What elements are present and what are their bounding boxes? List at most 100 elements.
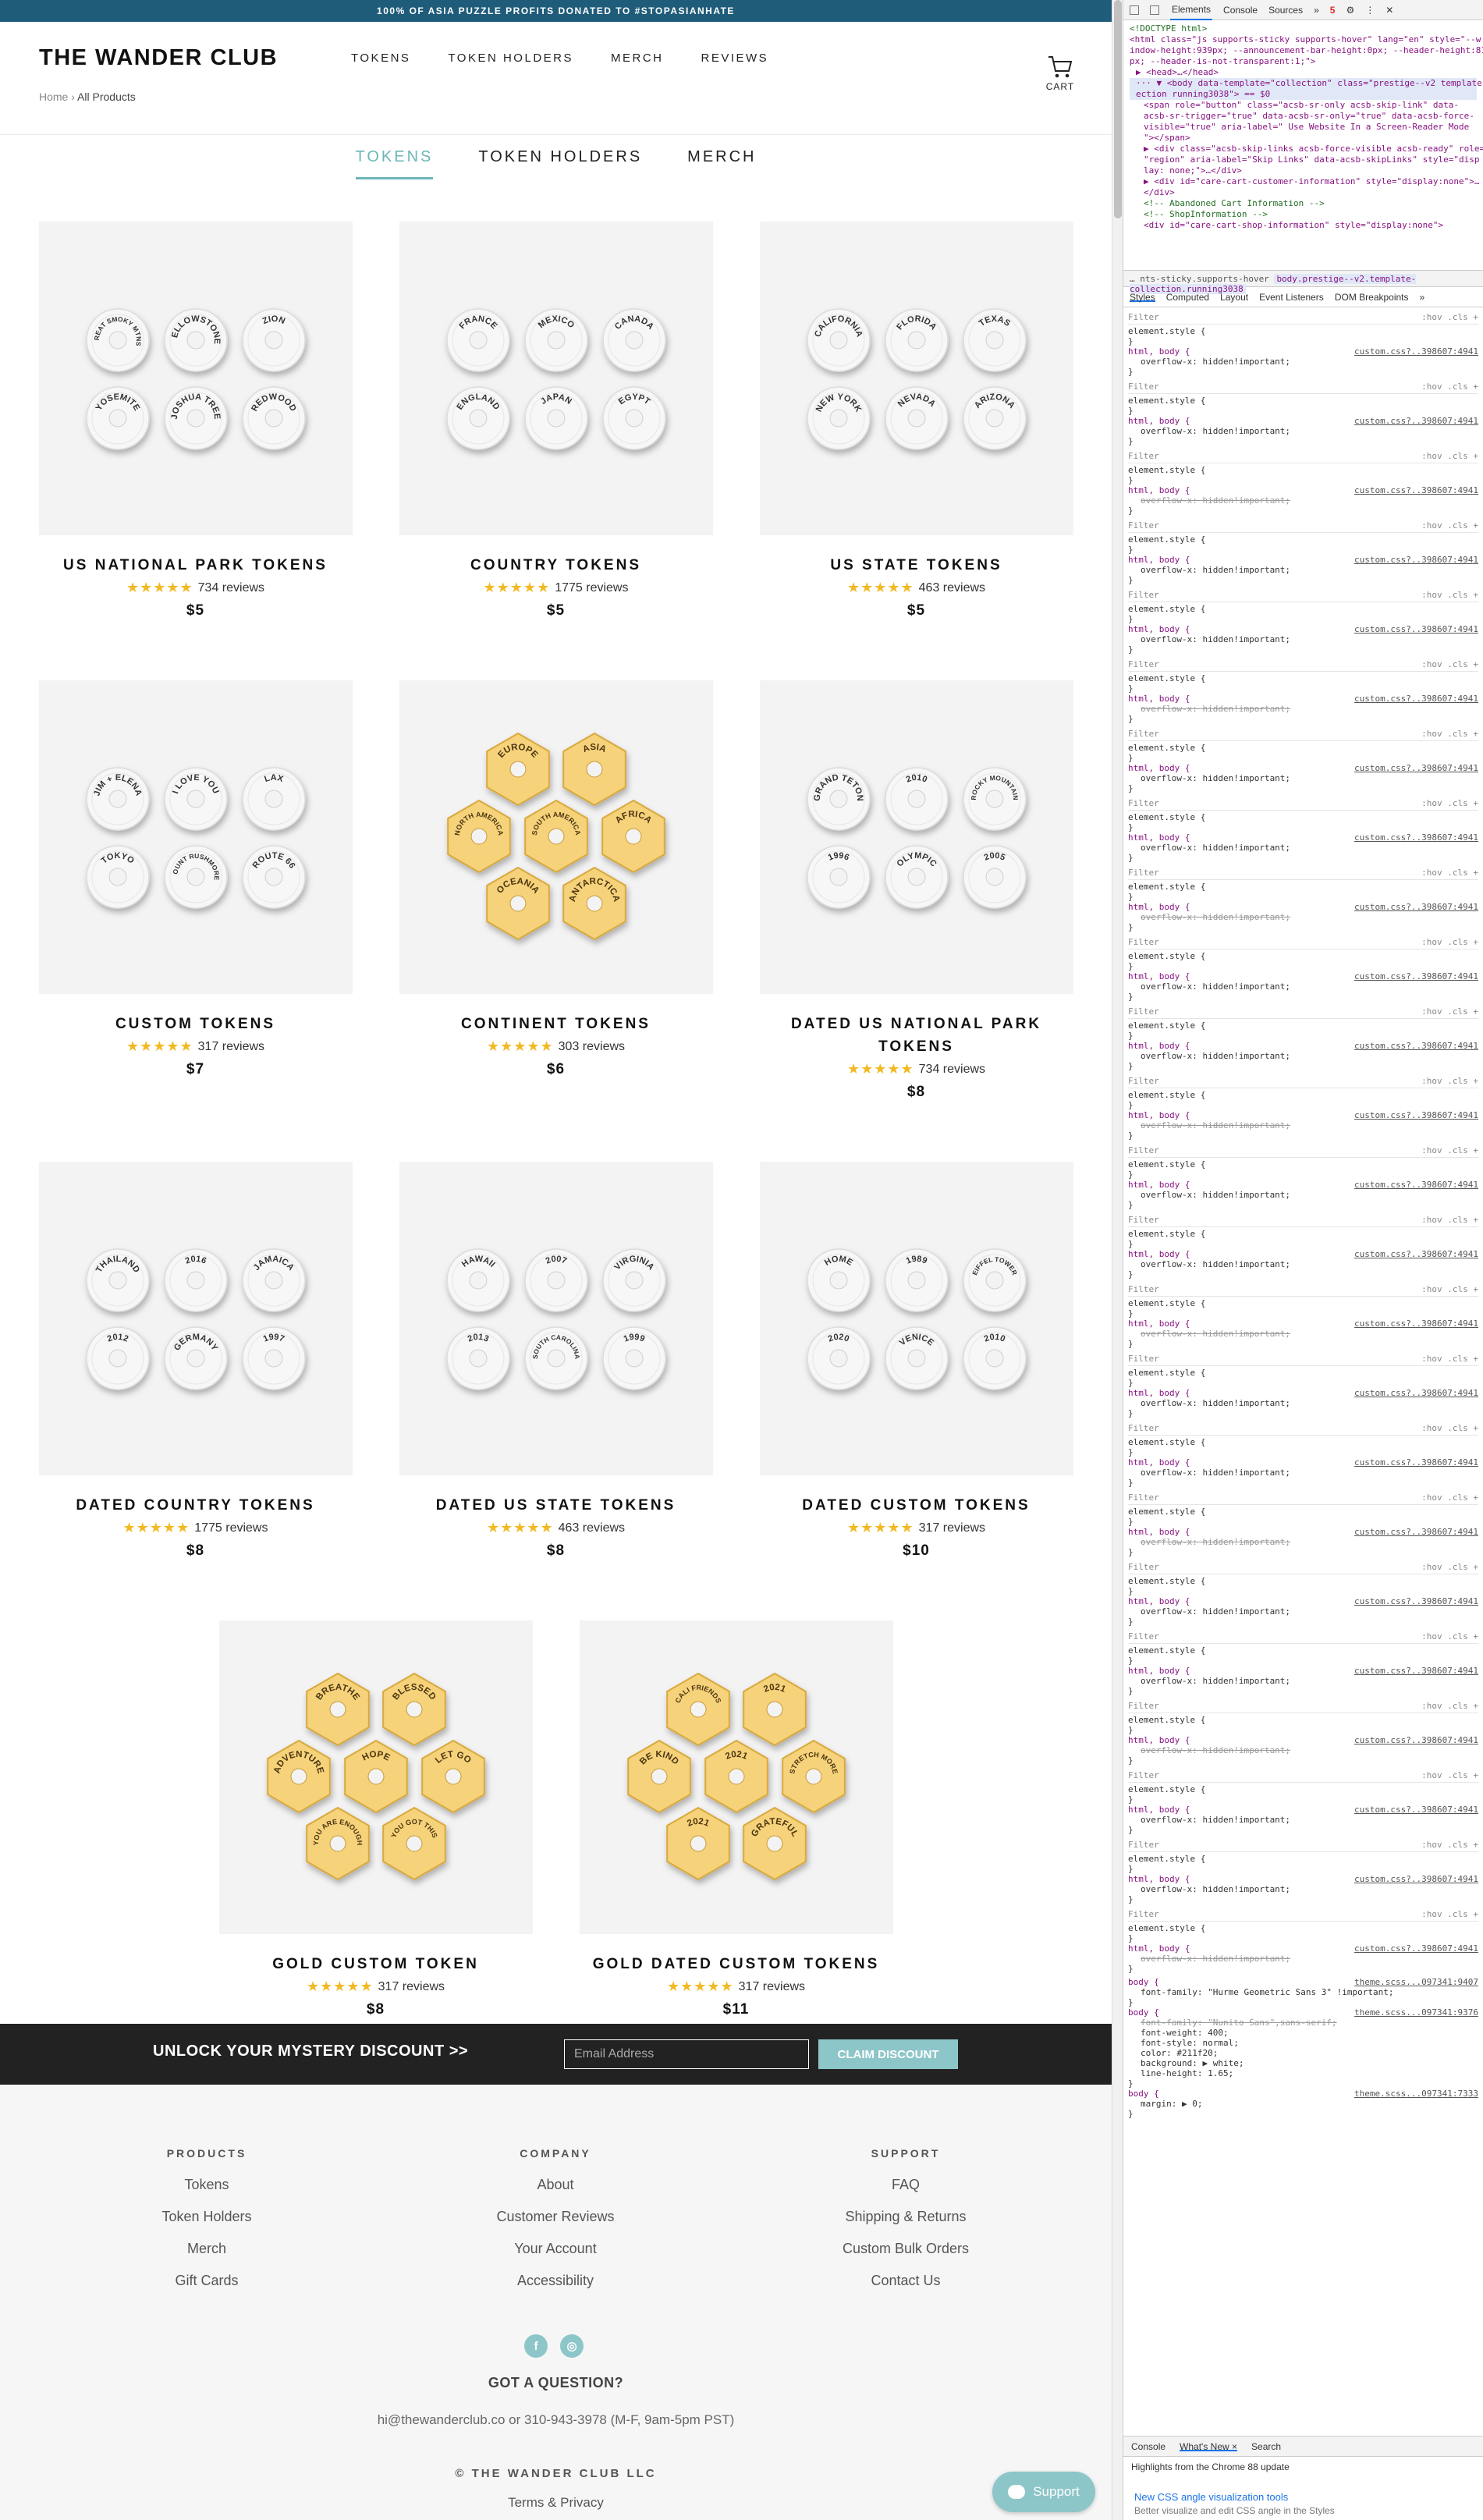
filter-tools[interactable]: :hov .cls +	[1421, 451, 1478, 461]
review-count[interactable]: 317 reviews	[378, 1980, 445, 1994]
product-card-gold-dated-custom-tokens[interactable]: CALI FRIENDS 2021 BE KIND 2021 STRETCH MORE 2…	[579, 1620, 893, 2018]
tab-computed[interactable]: Computed	[1166, 292, 1209, 303]
product-card-dated-us-national-park-tokens[interactable]: GRAND TETON 2010 ROCKY MOUNTAIN 1996 OLYMPIC…	[759, 680, 1073, 1101]
tab-more-panels[interactable]: »	[1420, 292, 1425, 303]
filter-tools[interactable]: :hov .cls +	[1421, 1006, 1478, 1017]
dom-line[interactable]: acsb-sr-trigger="true" data-acsb-sr-only…	[1130, 111, 1477, 122]
product-title[interactable]: GOLD CUSTOM TOKEN	[219, 1953, 533, 1975]
styles-filter-input[interactable]: Filter:hov .cls +	[1128, 449, 1478, 463]
footer-link-customer-reviews[interactable]: Customer Reviews	[438, 2209, 672, 2225]
product-image[interactable]: EUROPE ASIA NORTH AMERICA SOUTH AMERICA AFRI…	[399, 680, 713, 994]
element-style-selector[interactable]: element.style {	[1128, 465, 1478, 475]
tab-styles[interactable]: Styles	[1130, 292, 1155, 303]
dom-line[interactable]: px; --header-is-not-transparent:1;">	[1130, 56, 1477, 67]
drawer-tab-search[interactable]: Search	[1251, 2441, 1281, 2452]
element-style-selector[interactable]: element.style {	[1128, 1645, 1478, 1656]
rule-property[interactable]: overflow-x: hidden!important;	[1128, 634, 1478, 644]
tab-token-holders[interactable]: TOKEN HOLDERS	[478, 148, 642, 179]
styles-filter-input[interactable]: Filter:hov .cls +	[1128, 1352, 1478, 1366]
styles-filter-input[interactable]: Filter:hov .cls +	[1128, 658, 1478, 672]
styles-filter-input[interactable]: Filter:hov .cls +	[1128, 1213, 1478, 1227]
rule-property[interactable]: font-family: "Nunito Sans",sans-serif;	[1128, 2018, 1478, 2028]
element-style-selector[interactable]: element.style {	[1128, 1784, 1478, 1794]
filter-tools[interactable]: :hov .cls +	[1421, 1492, 1478, 1503]
review-count[interactable]: 317 reviews	[919, 1521, 985, 1535]
filter-tools[interactable]: :hov .cls +	[1421, 1770, 1478, 1780]
styles-filter-input[interactable]: Filter:hov .cls +	[1128, 1838, 1478, 1852]
rule-property[interactable]: color: #211f20;	[1128, 2048, 1478, 2058]
filter-tools[interactable]: :hov .cls +	[1421, 1631, 1478, 1642]
rule-property[interactable]: overflow-x: hidden!important;	[1128, 981, 1478, 992]
product-card-us-state-tokens[interactable]: CALIFORNIA FLORIDA TEXAS NEW YORK NEVADA ARIZ…	[759, 222, 1073, 619]
element-style-selector[interactable]: element.style {	[1128, 951, 1478, 961]
rule-property[interactable]: overflow-x: hidden!important;	[1128, 1815, 1478, 1825]
breadcrumb-home[interactable]: Home	[39, 91, 68, 103]
styles-filter-input[interactable]: Filter:hov .cls +	[1128, 1283, 1478, 1297]
gear-icon[interactable]: ⚙	[1346, 5, 1354, 16]
review-count[interactable]: 303 reviews	[559, 1040, 625, 1054]
element-style-selector[interactable]: element.style {	[1128, 604, 1478, 614]
nav-token-holders[interactable]: TOKEN HOLDERS	[448, 51, 573, 65]
filter-tools[interactable]: :hov .cls +	[1421, 1423, 1478, 1433]
styles-filter-input[interactable]: Filter:hov .cls +	[1128, 588, 1478, 602]
styles-filter-input[interactable]: Filter:hov .cls +	[1128, 935, 1478, 949]
dom-line[interactable]: <!DOCTYPE html>	[1130, 23, 1477, 34]
terms-link[interactable]: Terms & Privacy	[0, 2495, 1112, 2511]
styles-filter-input[interactable]: Filter:hov .cls +	[1128, 727, 1478, 741]
filter-tools[interactable]: :hov .cls +	[1421, 1840, 1478, 1850]
element-style-selector[interactable]: element.style {	[1128, 743, 1478, 753]
rule-property[interactable]: overflow-x: hidden!important;	[1128, 1329, 1478, 1339]
rule-property[interactable]: font-style: normal;	[1128, 2038, 1478, 2048]
rule-source-link[interactable]: custom.css?..398607:4941	[1354, 416, 1478, 426]
product-image[interactable]: THAILAND 2016 JAMAICA 2012 GERMANY 1997	[38, 1162, 353, 1475]
product-title[interactable]: DATED CUSTOM TOKENS	[760, 1494, 1073, 1517]
dom-line[interactable]: <span role="button" class="acsb-sr-only …	[1130, 100, 1477, 111]
dom-line[interactable]: lay: none;">…</div>	[1130, 165, 1477, 176]
styles-filter-input[interactable]: Filter:hov .cls +	[1128, 311, 1478, 325]
product-image[interactable]: GRAND TETON 2010 ROCKY MOUNTAIN 1996 OLYMPIC…	[759, 680, 1073, 994]
review-count[interactable]: 734 reviews	[919, 1063, 985, 1077]
styles-filter-input[interactable]: Filter:hov .cls +	[1128, 1491, 1478, 1505]
footer-link-custom-bulk-orders[interactable]: Custom Bulk Orders	[789, 2241, 1023, 2257]
rule-property[interactable]: overflow-x: hidden!important;	[1128, 773, 1478, 783]
product-title[interactable]: DATED US STATE TOKENS	[399, 1494, 713, 1517]
product-card-gold-custom-token[interactable]: BREATHE BLESSED ADVENTURE HOPE LET GO YOU ARE…	[218, 1620, 533, 2018]
filter-tools[interactable]: :hov .cls +	[1421, 798, 1478, 808]
rule-property[interactable]: overflow-x: hidden!important;	[1128, 1190, 1478, 1200]
nav-merch[interactable]: MERCH	[611, 51, 664, 65]
email-input[interactable]	[564, 2039, 809, 2069]
footer-link-token-holders[interactable]: Token Holders	[90, 2209, 324, 2225]
element-style-selector[interactable]: element.style {	[1128, 1507, 1478, 1517]
filter-tools[interactable]: :hov .cls +	[1421, 1562, 1478, 1572]
review-count[interactable]: 317 reviews	[739, 1980, 805, 1994]
review-count[interactable]: 1775 reviews	[194, 1521, 268, 1535]
rule-source-link[interactable]: custom.css?..398607:4941	[1354, 555, 1478, 565]
product-image[interactable]: HOME 1989 EIFFEL TOWER 2020 VENICE 2010	[759, 1162, 1073, 1475]
rule-property[interactable]: overflow-x: hidden!important;	[1128, 1468, 1478, 1478]
dom-line[interactable]: ection running3038"> == $0	[1130, 89, 1477, 100]
rule-source-link[interactable]: custom.css?..398607:4941	[1354, 902, 1478, 912]
product-title[interactable]: GOLD DATED CUSTOM TOKENS	[580, 1953, 893, 1975]
dom-line[interactable]: <!-- Abandoned Cart Information -->	[1130, 198, 1477, 209]
review-count[interactable]: 463 reviews	[919, 581, 985, 595]
styles-filter-input[interactable]: Filter:hov .cls +	[1128, 1769, 1478, 1783]
error-count-badge[interactable]: 5	[1330, 5, 1336, 16]
footer-link-merch[interactable]: Merch	[90, 2241, 324, 2257]
filter-tools[interactable]: :hov .cls +	[1421, 1909, 1478, 1919]
rule-source-link[interactable]: custom.css?..398607:4941	[1354, 1319, 1478, 1329]
facebook-icon[interactable]: f	[524, 2334, 548, 2358]
tab-merch[interactable]: MERCH	[687, 148, 756, 179]
crumb-html[interactable]: … nts-sticky.supports-hover	[1130, 274, 1269, 284]
rule-property[interactable]: font-weight: 400;	[1128, 2028, 1478, 2038]
page-scrollbar[interactable]	[1112, 0, 1123, 2520]
element-style-selector[interactable]: element.style {	[1128, 882, 1478, 892]
dom-line[interactable]: ▶ <head>…</head>	[1130, 67, 1477, 78]
drawer-tab-console[interactable]: Console	[1131, 2441, 1165, 2452]
element-style-selector[interactable]: element.style {	[1128, 1229, 1478, 1239]
product-title[interactable]: DATED COUNTRY TOKENS	[39, 1494, 353, 1517]
element-style-selector[interactable]: element.style {	[1128, 673, 1478, 683]
review-count[interactable]: 317 reviews	[198, 1040, 264, 1054]
announcement-bar[interactable]: 100% OF ASIA PUZZLE PROFITS DONATED TO #…	[0, 0, 1112, 22]
element-style-selector[interactable]: element.style {	[1128, 1576, 1478, 1586]
styles-filter-input[interactable]: Filter:hov .cls +	[1128, 797, 1478, 811]
